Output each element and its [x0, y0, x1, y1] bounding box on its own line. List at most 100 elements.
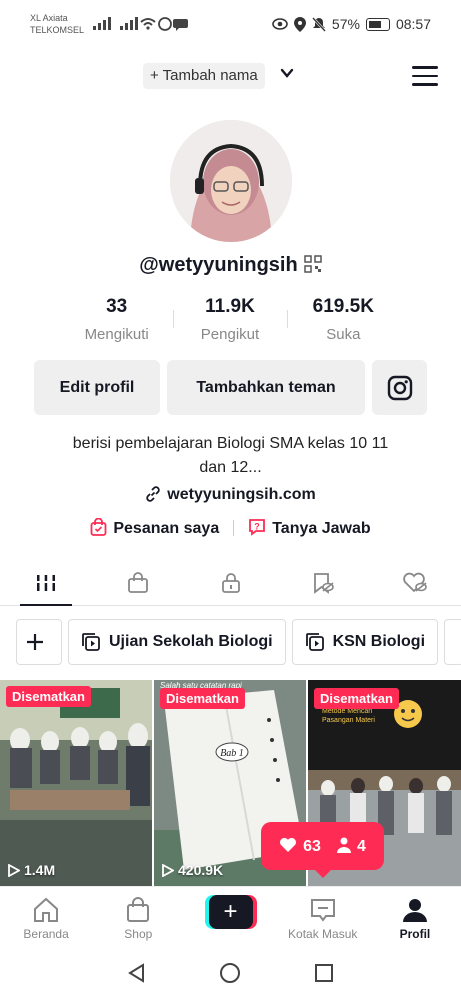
person-icon	[337, 837, 351, 853]
stat-likes[interactable]: 619.5K Suka	[286, 296, 400, 343]
video-caption: Metode Mencari Pasangan Materi	[322, 707, 375, 725]
hamburger-icon[interactable]	[412, 66, 438, 86]
avatar-image	[170, 120, 292, 242]
back-icon[interactable]	[126, 962, 148, 984]
chevron-down-icon[interactable]	[280, 66, 294, 80]
system-nav	[0, 946, 461, 1000]
nav-home[interactable]: Beranda	[0, 887, 92, 946]
stat-value: 619.5K	[312, 296, 374, 317]
add-friend-button[interactable]: Tambahkan teman	[167, 360, 365, 415]
home-icon	[34, 897, 59, 922]
link-icon	[146, 486, 160, 502]
create-button[interactable]: +	[204, 895, 257, 929]
classroom-image	[0, 680, 152, 886]
view-count: 1.4M	[8, 862, 55, 878]
shop-bag-icon	[128, 571, 149, 593]
playlist-item[interactable]: KSN Biologi	[291, 619, 439, 665]
question-chat-icon: ?	[249, 519, 266, 536]
stat-label: Mengikuti	[84, 326, 149, 343]
carrier-info: XL Axiata TELKOMSEL	[30, 12, 84, 36]
play-icon	[8, 863, 21, 878]
activity-notification[interactable]: 63 4	[261, 822, 384, 878]
playlist-item-partial[interactable]	[444, 619, 461, 665]
playlist-row: Ujian Sekolah Biologi KSN Biologi	[16, 619, 461, 665]
qa-label: Tanya Jawab	[272, 520, 371, 537]
followers-count-text: 4	[357, 837, 366, 855]
caption-line: Pasangan Materi	[322, 717, 375, 724]
battery-percent: 57%	[331, 16, 360, 32]
profile-icon	[402, 899, 427, 922]
playlist-icon	[305, 633, 324, 651]
content-tabs	[0, 560, 461, 606]
add-name-button[interactable]: + Tambah nama	[143, 63, 265, 89]
view-count-text: 1.4M	[24, 862, 56, 878]
playlist-item[interactable]: Ujian Sekolah Biologi	[68, 619, 286, 665]
heart-icon	[280, 837, 297, 852]
home-circle-icon[interactable]	[219, 962, 241, 984]
nav-label: Profil	[399, 927, 431, 941]
inbox-icon	[310, 899, 335, 922]
link-text: wetyyuningsih.com	[167, 486, 316, 503]
nav-label: Kotak Masuk	[288, 927, 358, 941]
plus-icon	[27, 634, 43, 650]
wifi-whatsapp-chat-icons	[140, 17, 188, 31]
carrier-2: TELKOMSEL	[30, 25, 85, 35]
video-thumbnail[interactable]: Disematkan 1.4M	[0, 680, 152, 886]
status-bar: XL Axiata TELKOMSEL 57% 08:57	[0, 0, 461, 50]
carrier-1: XL Axiata	[30, 13, 68, 23]
playlist-label: KSN Biologi	[332, 633, 426, 650]
username: @wetyyuningsih	[0, 254, 461, 277]
tab-liked[interactable]	[369, 560, 461, 605]
view-count: 420.9K	[162, 862, 223, 878]
view-count-text: 420.9K	[178, 862, 224, 878]
tab-reposts[interactable]	[277, 560, 369, 605]
play-icon	[162, 863, 175, 878]
bottom-nav: Beranda Shop + Kotak Masuk Profil	[0, 886, 461, 946]
bio-line: berisi pembelajaran Biologi SMA kelas 10…	[72, 435, 389, 452]
status-right: 57% 08:57	[272, 16, 431, 32]
qr-code-icon[interactable]	[303, 255, 322, 273]
stat-value: 11.9K	[205, 296, 255, 317]
heart-hidden-icon	[403, 572, 427, 592]
orders-label: Pesanan saya	[113, 520, 220, 537]
tab-shop[interactable]	[92, 560, 184, 605]
mute-bell-icon	[312, 16, 326, 32]
instagram-button[interactable]	[372, 360, 427, 415]
followers-count: 4	[337, 837, 366, 856]
eye-icon	[272, 18, 288, 30]
nav-profile[interactable]: Profil	[369, 887, 461, 946]
stat-followers[interactable]: 11.9K Pengikut	[173, 296, 286, 343]
lock-icon	[221, 572, 240, 593]
pinned-badge: Disematkan	[314, 688, 399, 709]
avatar[interactable]	[170, 120, 292, 242]
svg-text:Bab 1: Bab 1	[220, 748, 244, 759]
qa-link[interactable]: ? Tanya Jawab	[248, 518, 371, 538]
edit-profile-button[interactable]: Edit profil	[34, 360, 160, 415]
bookmark-hidden-icon	[313, 572, 334, 594]
divider	[233, 520, 235, 536]
stat-label: Suka	[326, 326, 361, 343]
signal-icon	[93, 16, 111, 30]
bio-line: dan 12...	[199, 459, 262, 476]
plus-icon: +	[208, 895, 253, 929]
nav-label: Shop	[124, 927, 153, 941]
recents-icon[interactable]	[313, 962, 335, 984]
stat-following[interactable]: 33 Mengikuti	[60, 296, 173, 343]
nav-shop[interactable]: Shop	[92, 887, 184, 946]
tab-private[interactable]	[184, 560, 276, 605]
stat-label: Pengikut	[200, 326, 260, 343]
nav-create[interactable]: +	[184, 887, 276, 946]
likes-count: 63	[279, 837, 321, 856]
playlist-label: Ujian Sekolah Biologi	[109, 633, 273, 650]
tab-videos[interactable]	[0, 560, 92, 606]
shopping-bag-icon	[90, 517, 107, 536]
signal-icon	[120, 16, 138, 30]
nav-inbox[interactable]: Kotak Masuk	[277, 887, 369, 946]
add-playlist-button[interactable]	[16, 619, 62, 665]
instagram-icon	[387, 375, 412, 401]
pinned-badge: Disematkan	[6, 686, 91, 707]
username-text: @wetyyuningsih	[139, 254, 298, 276]
orders-link[interactable]: Pesanan saya	[90, 517, 220, 538]
stat-value: 33	[106, 296, 128, 317]
website-link[interactable]: wetyyuningsih.com	[0, 486, 461, 504]
